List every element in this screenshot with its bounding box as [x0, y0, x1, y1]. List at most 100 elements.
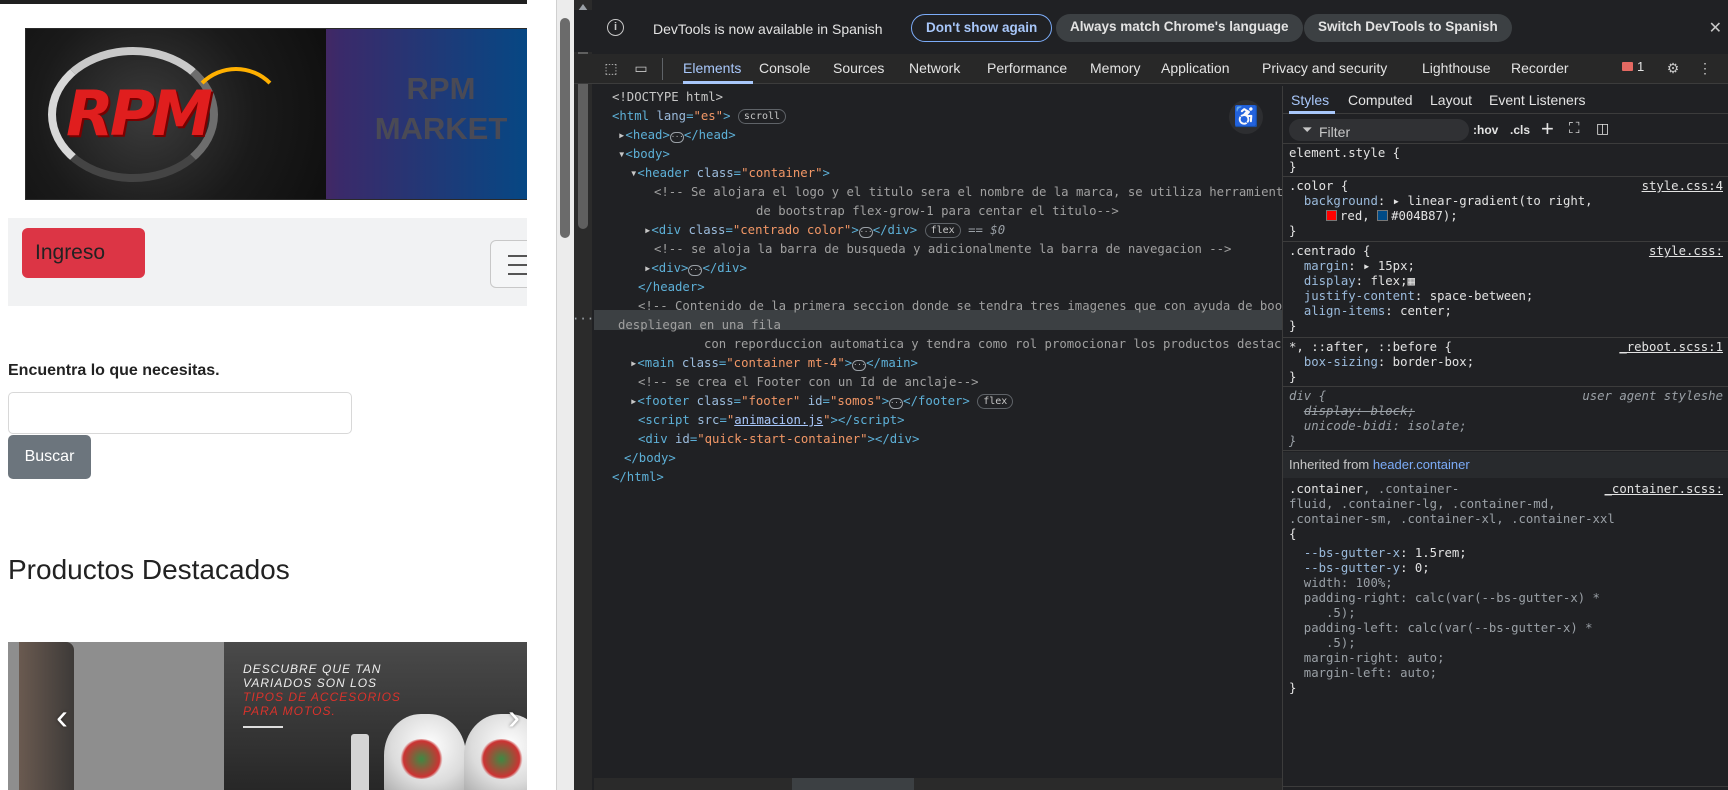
- tab-performance[interactable]: Performance: [987, 60, 1067, 76]
- source-link[interactable]: style.css:4: [1642, 179, 1723, 194]
- html-node[interactable]: <html lang="es"> scroll: [612, 107, 787, 126]
- inspect-element-icon[interactable]: ⬚: [602, 60, 620, 76]
- close-icon[interactable]: ✕: [1709, 18, 1722, 38]
- tab-sources[interactable]: Sources: [833, 60, 884, 76]
- comment-node-cont[interactable]: de bootstrap flex-grow-1 para centar el …: [756, 202, 1119, 221]
- script-link[interactable]: animacion.js: [734, 413, 823, 427]
- collapsed-dots-icon[interactable]: ···: [669, 132, 684, 143]
- comment-node[interactable]: <!-- Contenido de la primera seccion don…: [638, 297, 1349, 316]
- cls-toggle[interactable]: .cls: [1510, 123, 1530, 137]
- navbar: Ingreso: [8, 218, 527, 306]
- header-close-node[interactable]: </header>: [638, 278, 705, 297]
- color-rule[interactable]: .color { style.css:4 background: ▸ linea…: [1283, 177, 1728, 242]
- head-node[interactable]: ▸<head>···</head>: [618, 126, 736, 145]
- new-rule-icon[interactable]: +: [1541, 116, 1554, 142]
- device-toolbar-icon[interactable]: ▭: [632, 60, 650, 76]
- switch-language-button[interactable]: Switch DevTools to Spanish: [1304, 14, 1512, 42]
- hamburger-icon: [508, 264, 527, 266]
- devtools-panel: i DevTools is now available in Spanish D…: [574, 0, 1728, 790]
- tab-elements[interactable]: Elements: [683, 60, 741, 76]
- flex-editor-icon[interactable]: ▦: [1407, 274, 1414, 288]
- filter-icon: ⏷: [1302, 122, 1313, 137]
- doctype-node[interactable]: <!DOCTYPE html>: [612, 88, 723, 107]
- issues-badge[interactable]: 1: [1622, 59, 1652, 77]
- source-link[interactable]: _container.scss:: [1605, 482, 1723, 497]
- color-swatch[interactable]: [1377, 210, 1389, 221]
- collapsed-dots-icon[interactable]: ···: [889, 398, 904, 409]
- flex-badge[interactable]: flex: [924, 223, 961, 238]
- tab-application[interactable]: Application: [1161, 60, 1230, 76]
- breadcrumb-active[interactable]: [792, 778, 914, 790]
- paint-brush-icon[interactable]: ⛶: [1569, 120, 1580, 137]
- centrado-rule[interactable]: .centrado { style.css: margin: ▸ 15px; d…: [1283, 242, 1728, 338]
- products-heading: Productos Destacados: [8, 554, 290, 585]
- website-viewport: RPM RPM MARKET Ingreso Encuentra lo que …: [0, 0, 527, 790]
- element-style-rule[interactable]: element.style { }: [1283, 144, 1728, 177]
- styles-pane: Styles Computed Layout Event Listeners ⏷…: [1282, 86, 1728, 790]
- style-rules: element.style { } .color { style.css:4 b…: [1283, 144, 1728, 784]
- rpm-logo-image: RPM: [26, 29, 326, 199]
- search-input[interactable]: [8, 392, 352, 434]
- tab-layout[interactable]: Layout: [1430, 92, 1472, 108]
- search-button[interactable]: Buscar: [8, 435, 91, 479]
- node-menu-icon[interactable]: ···: [574, 310, 594, 329]
- inherited-from-label: Inherited from header.container: [1283, 452, 1728, 478]
- quick-start-node[interactable]: <div id="quick-start-container"></div>: [638, 430, 919, 449]
- hov-toggle[interactable]: :hov: [1473, 123, 1498, 137]
- tab-privacy-security[interactable]: Privacy and security: [1262, 60, 1387, 76]
- tab-styles[interactable]: Styles: [1291, 92, 1329, 108]
- main-node[interactable]: ▸<main class="container mt-4">···</main>: [630, 354, 918, 373]
- sidebar-toggle-icon[interactable]: ◫: [1596, 120, 1609, 137]
- comment-node[interactable]: <!-- Se alojara el logo y el titulo sera…: [654, 183, 1291, 202]
- collapsed-dots-icon[interactable]: ···: [858, 227, 873, 238]
- reboot-rule[interactable]: *, ::after, ::before { _reboot.scss:1 bo…: [1283, 338, 1728, 387]
- viewport-scrollbar[interactable]: [556, 0, 574, 790]
- header-node[interactable]: ▾<header class="container">: [630, 164, 830, 183]
- accessibility-icon[interactable]: ♿: [1229, 100, 1263, 134]
- div-node[interactable]: ▸<div>···</div>: [644, 259, 747, 278]
- body-close-node[interactable]: </body>: [624, 449, 676, 468]
- inherited-node-link[interactable]: header.container: [1373, 457, 1470, 472]
- brand-title: RPM MARKET: [374, 71, 508, 146]
- scroll-badge[interactable]: scroll: [737, 109, 787, 124]
- container-rule[interactable]: .container, .container- _container.scss:…: [1283, 478, 1728, 708]
- tab-event-listeners[interactable]: Event Listeners: [1489, 92, 1586, 108]
- comment-node[interactable]: <!-- se crea el Footer con un Id de ancl…: [638, 373, 979, 392]
- navbar-toggler-button[interactable]: [490, 240, 527, 288]
- user-agent-rule[interactable]: div { user agent styleshe display: block…: [1283, 387, 1728, 451]
- devtools-scrollbar[interactable]: [574, 0, 592, 790]
- elements-tree: ··· <!DOCTYPE html> <html lang="es"> scr…: [574, 86, 1349, 786]
- tab-lighthouse[interactable]: Lighthouse: [1422, 60, 1491, 76]
- carousel-promo-image: DESCUBRE QUE TAN VARIADOS SON LOS TIPOS …: [224, 642, 527, 790]
- tab-network[interactable]: Network: [909, 60, 960, 76]
- collapsed-dots-icon[interactable]: ···: [688, 265, 703, 276]
- source-link[interactable]: style.css:: [1649, 244, 1723, 259]
- html-close-node[interactable]: </html>: [612, 468, 664, 487]
- comment-node[interactable]: <!-- se aloja la barra de busqueda y adi…: [654, 240, 1231, 259]
- body-node[interactable]: ▾<body>: [618, 145, 670, 164]
- comment-node-cont[interactable]: con reporduccion automatica y tendra com…: [704, 335, 1333, 354]
- match-language-button[interactable]: Always match Chrome's language: [1056, 14, 1303, 42]
- dont-show-again-button[interactable]: Don't show again: [911, 14, 1053, 42]
- tab-memory[interactable]: Memory: [1090, 60, 1141, 76]
- scroll-thumb[interactable]: [560, 18, 570, 238]
- tab-recorder[interactable]: Recorder: [1511, 60, 1569, 76]
- styles-filter-input[interactable]: ⏷ Filter: [1289, 119, 1469, 141]
- div-centrado-node[interactable]: ▸<div class="centrado color">···</div> f…: [644, 221, 1005, 240]
- flex-badge[interactable]: flex: [977, 394, 1014, 409]
- collapsed-dots-icon[interactable]: ···: [852, 360, 867, 371]
- tab-computed[interactable]: Computed: [1348, 92, 1413, 108]
- carousel-prev-button[interactable]: ‹: [56, 697, 68, 737]
- styles-filter-row: ⏷ Filter :hov .cls + ⛶ ◫: [1283, 116, 1728, 144]
- color-swatch[interactable]: [1326, 210, 1338, 221]
- source-link[interactable]: _reboot.scss:1: [1619, 340, 1723, 355]
- tab-console[interactable]: Console: [759, 60, 810, 76]
- gear-icon[interactable]: ⚙: [1664, 60, 1682, 76]
- script-node[interactable]: <script src="animacion.js"></script>: [638, 411, 905, 430]
- login-button[interactable]: Ingreso: [22, 228, 145, 278]
- spray-can-image: [351, 734, 369, 790]
- more-options-icon[interactable]: ⋮: [1696, 60, 1714, 76]
- comment-node-cont[interactable]: despliegan en una fila: [618, 316, 781, 335]
- footer-node[interactable]: ▸<footer class="footer" id="somos">···</…: [630, 392, 1014, 411]
- carousel-next-button[interactable]: ›: [508, 697, 520, 737]
